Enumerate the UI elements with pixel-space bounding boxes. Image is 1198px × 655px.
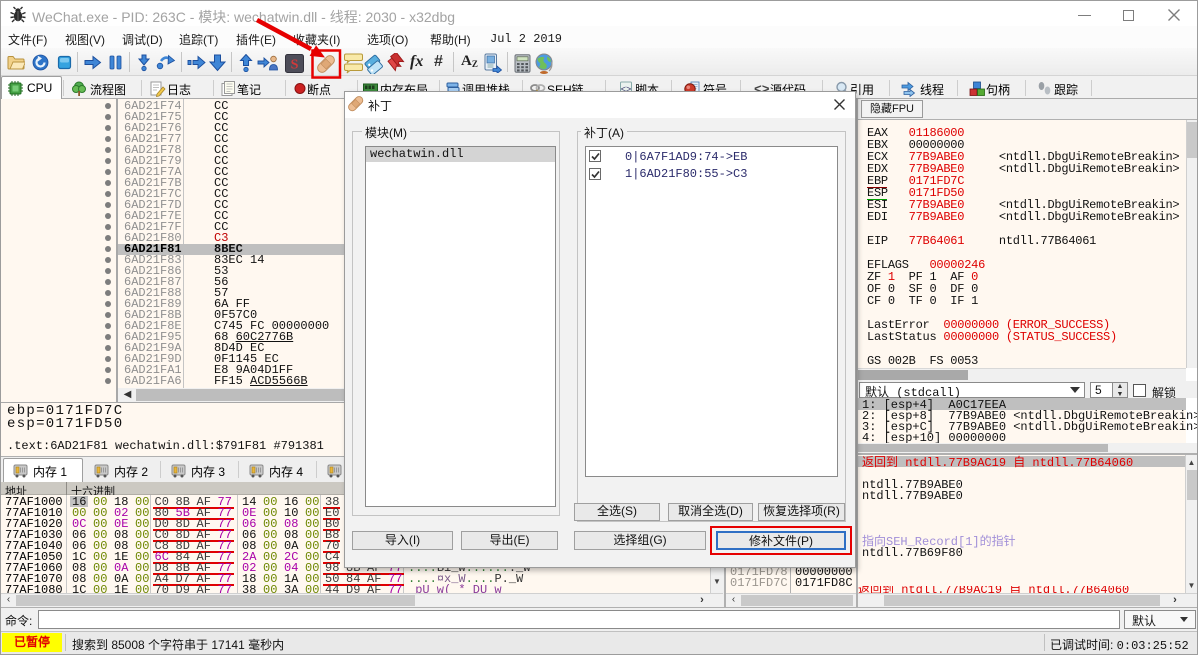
svg-text:S: S (291, 58, 299, 73)
